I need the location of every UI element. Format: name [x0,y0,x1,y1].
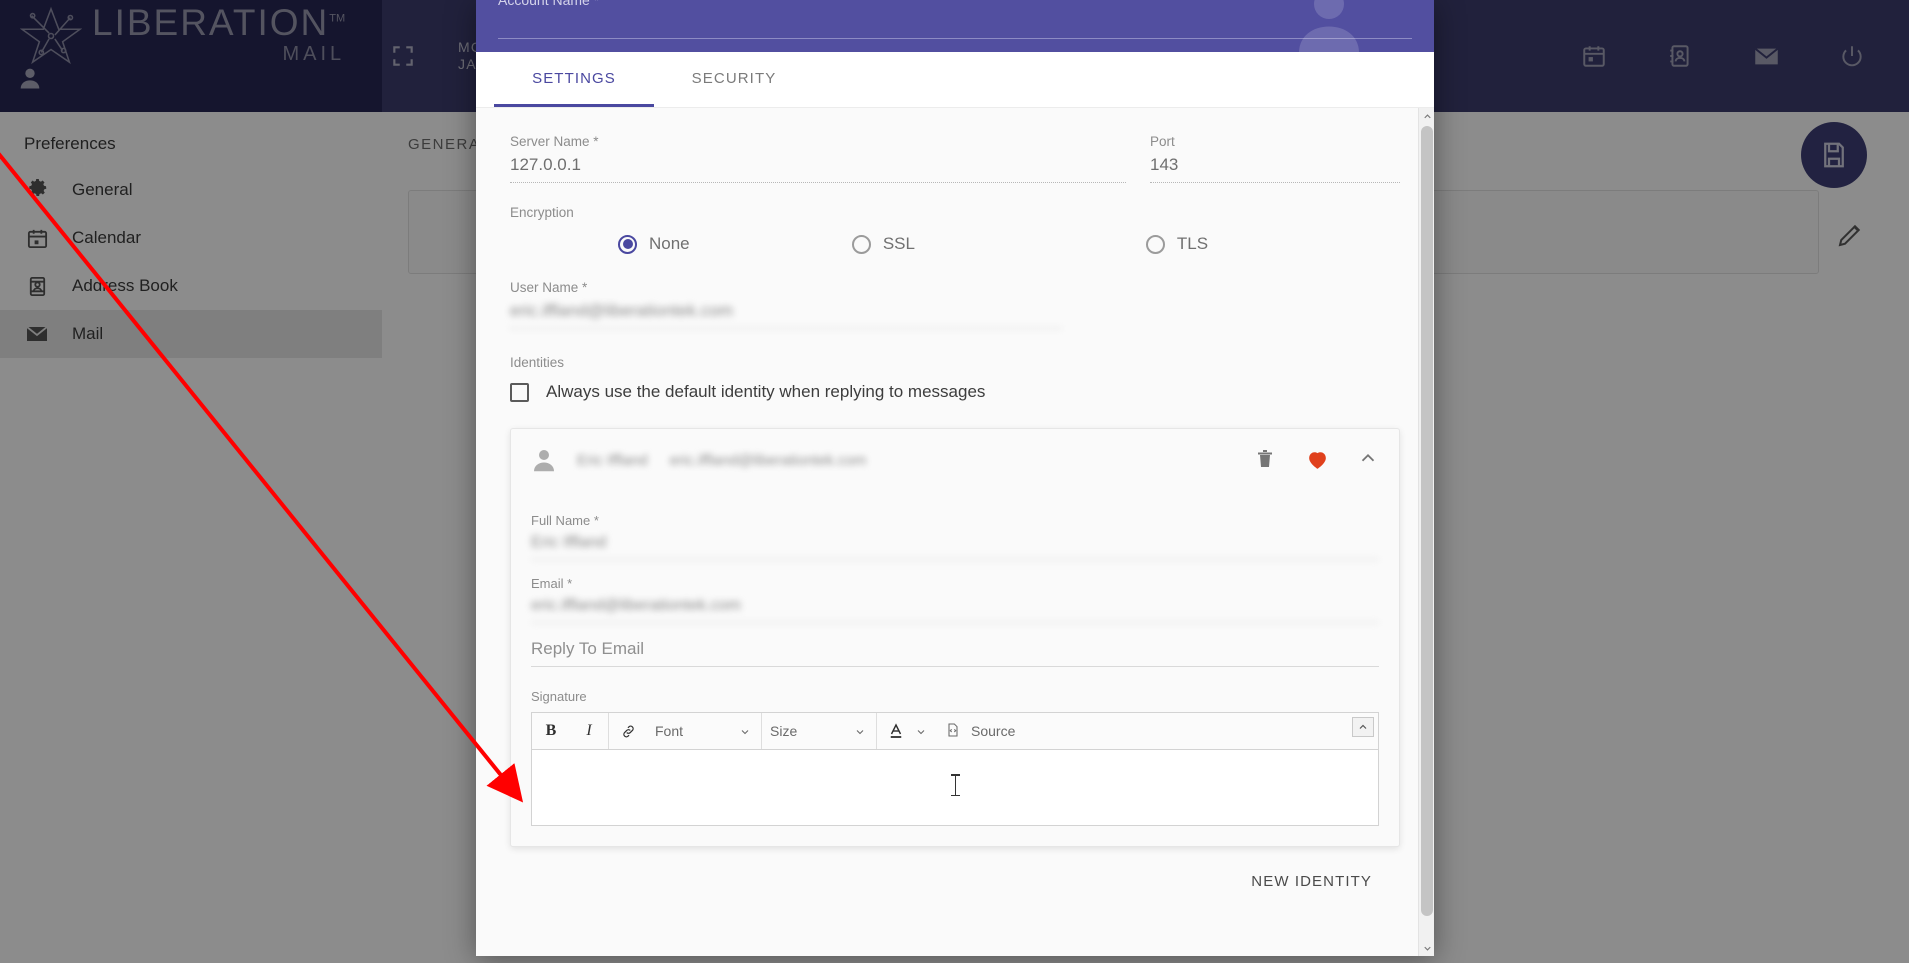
reply-to-email-field[interactable]: Reply To Email [531,639,1379,667]
identity-card-body: Full Name * Eric Iffland Email * eric.if… [511,491,1399,846]
user-name-value: eric.iffland@liberationtek.com [510,301,1062,329]
person-icon [1284,0,1374,52]
account-name-label: Account Name * [498,0,600,8]
toolbar-group-color-source: Source [877,713,1025,749]
new-identity-label: NEW IDENTITY [1251,873,1372,890]
tab-settings[interactable]: SETTINGS [494,52,654,107]
encryption-label: Encryption [510,205,574,220]
scroll-up-icon[interactable] [1419,108,1434,124]
reply-to-email-placeholder: Reply To Email [531,639,1379,667]
scrollbar-thumb[interactable] [1421,126,1433,916]
link-icon[interactable] [609,713,647,749]
encryption-option-tls[interactable]: TLS [1106,234,1400,254]
tab-security-label: SECURITY [691,69,777,87]
signature-toolbar: B I Font Size Source [531,712,1379,750]
font-select-value: Font [655,723,684,739]
font-select[interactable]: Font [647,713,761,749]
source-icon [945,722,961,741]
identity-summary: Eric Iffland eric.iffland@liberationtek.… [577,452,866,469]
source-button[interactable]: Source [937,713,1025,749]
tab-settings-label: SETTINGS [532,69,616,87]
scroll-down-icon[interactable] [1419,940,1434,956]
modal-scrollbar[interactable] [1418,108,1434,956]
text-caret [951,774,960,796]
radio-icon [1145,234,1165,254]
person-icon [529,445,559,475]
toolbar-group-format: B I [532,713,609,749]
account-name-input[interactable] [498,38,1412,39]
email-value: eric.iffland@liberationtek.com [531,597,1379,623]
delete-icon[interactable] [1253,447,1279,473]
encryption-option-none[interactable]: None [514,234,812,254]
identity-card-header[interactable]: Eric Iffland eric.iffland@liberationtek.… [511,429,1399,491]
identities-label: Identities [510,355,565,370]
server-name-field[interactable]: Server Name * 127.0.0.1 [510,134,1126,183]
default-identity-label: Always use the default identity when rep… [546,382,986,401]
signature-label: Signature [531,689,587,704]
radio-icon [618,234,637,254]
signature-editor[interactable] [531,750,1379,826]
new-identity-button[interactable]: NEW IDENTITY [510,847,1400,890]
encryption-option-label: None [649,234,690,253]
encryption-group: Encryption None SSL TLS [510,205,1400,254]
encryption-radio-row: None SSL TLS [510,234,1400,254]
identity-card: Eric Iffland eric.iffland@liberationtek.… [510,428,1400,847]
radio-icon [851,234,871,254]
chevron-up-icon[interactable] [1357,447,1383,473]
heart-icon[interactable] [1305,447,1331,473]
bold-button[interactable]: B [532,713,570,749]
signature-field: Signature B I Font Size Source [531,689,1379,826]
email-label: Email * [531,576,573,591]
account-settings-modal: Account Name * SETTINGS SECURITY Server … [476,0,1434,956]
screen-root: LIBERATIONTM MAIL MONDAY [0,0,1909,963]
modal-body: Server Name * 127.0.0.1 Port 143 Encrypt… [476,108,1434,956]
modal-tabs: SETTINGS SECURITY [476,52,1434,108]
settings-panel: Server Name * 127.0.0.1 Port 143 Encrypt… [476,108,1434,920]
user-name-field[interactable]: User Name * eric.iffland@liberationtek.c… [510,280,1062,329]
text-color-icon[interactable] [877,713,915,749]
identity-display-email: eric.iffland@liberationtek.com [669,451,867,469]
port-value: 143 [1150,155,1400,183]
user-name-label: User Name * [510,280,588,295]
full-name-value: Eric Iffland [531,534,1379,560]
toolbar-collapse-icon[interactable] [1352,717,1374,737]
server-port-row: Server Name * 127.0.0.1 Port 143 [510,134,1400,183]
default-identity-checkbox[interactable]: Always use the default identity when rep… [510,382,1400,402]
source-label: Source [971,723,1016,739]
toolbar-group-font: Font [609,713,762,749]
encryption-option-ssl[interactable]: SSL [812,234,1106,254]
identity-card-actions [1253,447,1383,473]
port-field[interactable]: Port 143 [1150,134,1400,183]
chevron-down-icon[interactable] [915,725,927,737]
encryption-option-label: SSL [882,234,915,253]
modal-header: Account Name * [476,0,1434,52]
port-label: Port [1150,134,1175,149]
identity-display-name: Eric Iffland [577,451,648,469]
full-name-label: Full Name * [531,513,599,528]
checkbox-icon [510,382,529,402]
full-name-field[interactable]: Full Name * Eric Iffland [531,513,1379,560]
email-field[interactable]: Email * eric.iffland@liberationtek.com [531,576,1379,623]
chevron-down-icon [854,725,866,737]
italic-button[interactable]: I [570,713,608,749]
server-name-label: Server Name * [510,134,599,149]
toolbar-group-size: Size [762,713,877,749]
size-select[interactable]: Size [762,713,876,749]
size-select-value: Size [770,723,798,739]
chevron-down-icon [739,725,751,737]
server-name-value: 127.0.0.1 [510,155,1126,183]
encryption-option-label: TLS [1176,234,1209,253]
tab-security[interactable]: SECURITY [654,52,814,107]
